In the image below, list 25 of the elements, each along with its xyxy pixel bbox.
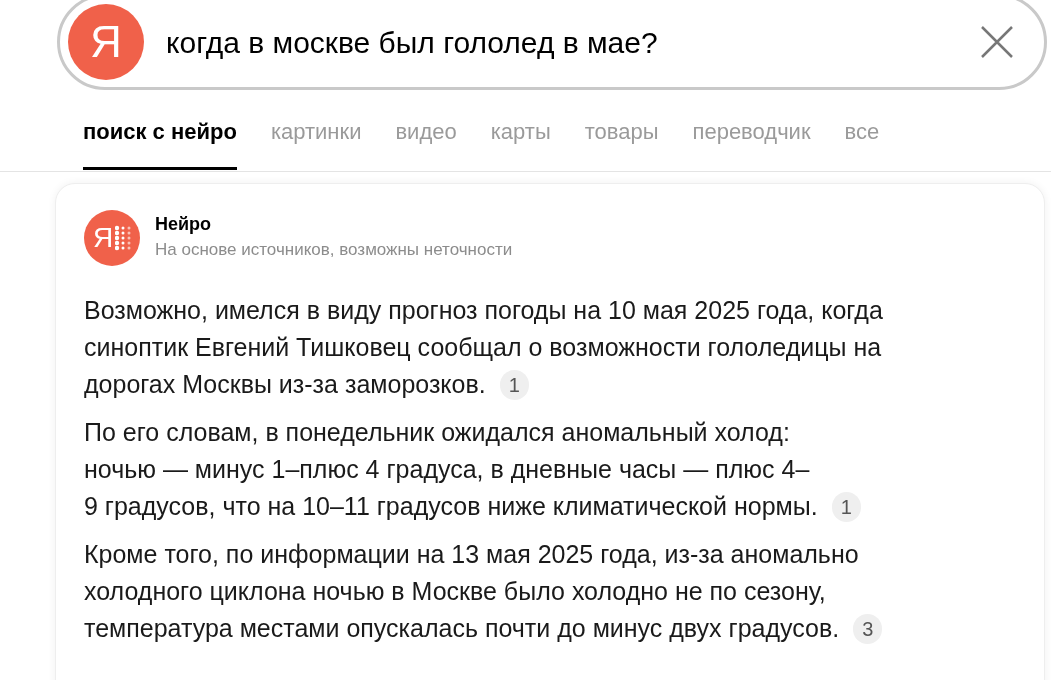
answer-line: холодного циклона ночью в Москве было холодно не по сезону, [84,576,826,607]
close-icon[interactable] [980,25,1014,59]
citation-badge[interactable]: 1 [831,491,861,522]
search-query[interactable]: когда в москве был гололед в мае? [166,19,980,65]
citation-badge[interactable]: 3 [853,613,883,644]
logo-icon[interactable]: Я [68,4,144,80]
tab[interactable]: переводчик [692,112,811,170]
answer-line: Возможно, имелся в виду прогноз погоды на 10 мая 2025 года, когда [84,295,883,326]
citation-badge[interactable]: 1 [499,369,529,400]
neuro-logo-icon: Я [84,210,140,266]
answer-line: По его словам, в понедельник ожидался аномальный холод: [84,417,790,448]
search-bar[interactable]: Я когда в москве был гололед в мае? [57,0,1047,90]
tab[interactable]: видео [395,112,457,170]
tab[interactable]: товары [584,112,659,170]
tab[interactable]: карты [490,112,551,170]
answer-line: дорогах Москвы из-за заморозков. [84,369,486,400]
answer-line: температура местами опускалась почти до минус двух градусов. [84,613,840,644]
answer-line: синоптик Евгений Тишковец сообщал о возможности гололедицы на [84,332,882,363]
answer-subtitle: На основе источников, возможны неточности [155,239,513,261]
tab[interactable]: все [844,112,880,170]
answer-line: Кроме того, по информации на 13 мая 2025 года, из-за аномально [84,539,859,570]
tab[interactable]: картинки [270,112,362,170]
answer-line: ночью — минус 1–плюс 4 градуса, в дневные часы — плюс 4– [84,454,810,485]
answer-title: Нейро [155,213,213,236]
answer-line: 9 градусов, что на 10–11 градусов ниже климатической нормы. [84,491,818,522]
